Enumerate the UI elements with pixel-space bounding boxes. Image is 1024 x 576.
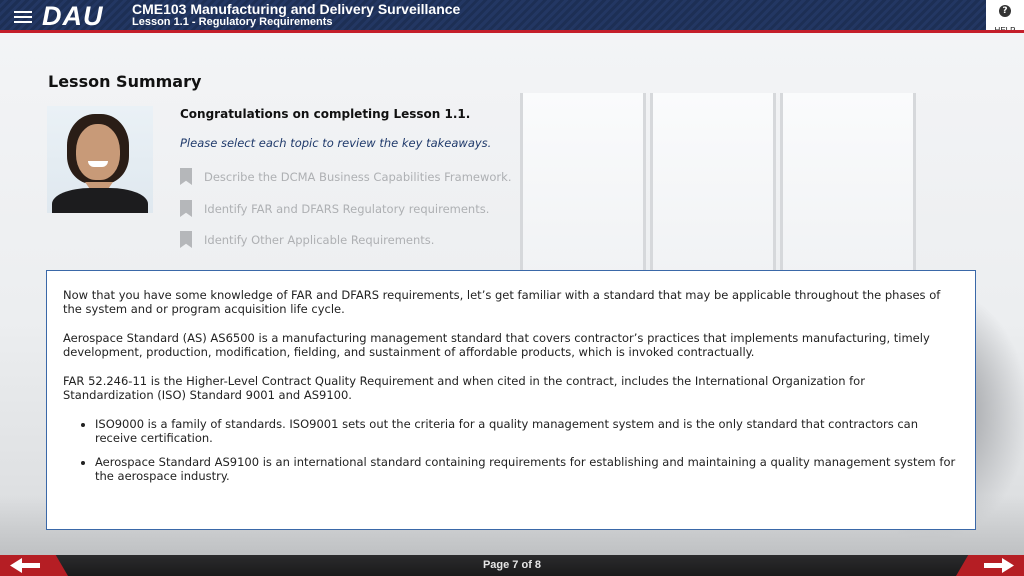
topic-label: Describe the DCMA Business Capabilities …	[204, 169, 512, 184]
hamburger-icon-bar	[14, 16, 32, 18]
menu-button[interactable]	[14, 8, 32, 24]
arrow-right-icon	[984, 558, 1014, 573]
photo-face	[76, 124, 120, 180]
congrats-heading: Congratulations on completing Lesson 1.1…	[180, 107, 471, 121]
bookmark-icon	[180, 200, 192, 217]
instruction-text: Please select each topic to review the k…	[180, 136, 492, 150]
question-icon: ?	[999, 5, 1011, 17]
bookmark-icon	[180, 231, 192, 248]
content-paragraph: Aerospace Standard (AS) AS6500 is a manu…	[63, 331, 930, 359]
bookmark-icon	[180, 168, 192, 185]
topic-item-far-dfars[interactable]: Identify FAR and DFARS Regulatory requir…	[180, 198, 490, 217]
photo-body	[52, 188, 148, 213]
photo-smile	[88, 161, 108, 167]
page-title: Lesson Summary	[48, 72, 202, 91]
topic-item-framework[interactable]: Describe the DCMA Business Capabilities …	[180, 166, 512, 185]
app-header: DAU CME103 Manufacturing and Delivery Su…	[0, 0, 1024, 35]
page-indicator: Page 7 of 8	[482, 559, 542, 571]
content-panel: Now that you have some knowledge of FAR …	[46, 270, 976, 530]
course-title: CME103 Manufacturing and Delivery Survei…	[132, 1, 461, 17]
content-bullet: ISO9000 is a family of standards. ISO900…	[95, 417, 959, 445]
header-accent-line	[0, 30, 1024, 33]
content-paragraph: Now that you have some knowledge of FAR …	[63, 288, 941, 316]
topic-label: Identify FAR and DFARS Regulatory requir…	[204, 201, 490, 216]
dau-logo: DAU	[42, 1, 104, 31]
content-paragraph: FAR 52.246-11 is the Higher-Level Contra…	[63, 374, 865, 402]
footer-bar: Page 7 of 8	[0, 555, 1024, 576]
hamburger-icon-bar	[14, 21, 32, 23]
content-bullet: Aerospace Standard AS9100 is an internat…	[95, 455, 959, 483]
topic-label: Identify Other Applicable Requirements.	[204, 232, 435, 247]
topic-item-other-requirements[interactable]: Identify Other Applicable Requirements.	[180, 229, 435, 248]
instructor-photo	[47, 106, 153, 213]
arrow-left-icon	[10, 558, 40, 573]
content-bullet-list: ISO9000 is a family of standards. ISO900…	[63, 417, 959, 483]
hamburger-icon	[14, 11, 32, 13]
lesson-title: Lesson 1.1 - Regulatory Requirements	[132, 16, 333, 28]
help-button[interactable]: ? HELP	[986, 0, 1024, 35]
